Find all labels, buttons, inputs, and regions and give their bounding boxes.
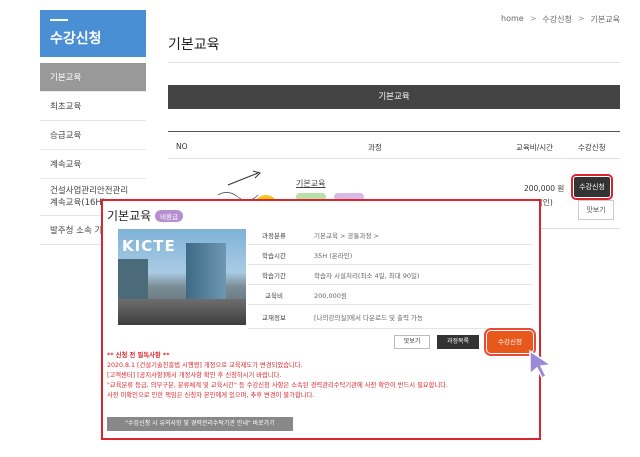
notice-line: [고객센터] [공지사항]에서 개정사항 확인 후 신청하시기 바랍니다. [107,372,282,379]
guide-link-button[interactable]: "수강신청 시 유의사항 및 경력관리수탁기관 안내" 바로가기 [107,417,293,431]
building-shape [186,243,226,301]
course-detail-popup: 기본교육 비환급 KICTE 과정분류 기본교육 > 공통과정 > 학습시간 3… [101,199,554,440]
info-row: 교재정보 [나의강의실]에서 다운로드 및 출력 가능 [248,305,532,329]
building-shape [118,259,148,304]
category-bar: 기본교육 [168,85,620,109]
breadcrumb: home > 수강신청 > 기본교육 [501,14,620,25]
preview-button[interactable]: 맛보기 [578,200,614,220]
info-key: 교재정보 [262,313,286,322]
info-row: 과정분류 기본교육 > 공통과정 > [248,225,532,245]
table-header: NO 과정 교육비/시간 수강신청 [168,131,620,159]
kicte-logo: KICTE [122,237,176,255]
popup-header: 기본교육 비환급 [107,207,184,224]
sidebar-item-initial[interactable]: 최초교육 [40,92,146,121]
chevron-right-icon: > [577,14,585,23]
info-value: 학습자 시설처리(최소 4일, 최대 90일) [314,271,420,280]
breadcrumb-home[interactable]: home [501,14,524,25]
pointer-cursor-icon [529,349,554,379]
info-row: 교육비 200,000원 [248,285,532,305]
info-key: 학습시간 [262,251,286,260]
popup-preview-button[interactable]: 맛보기 [394,335,430,349]
notice-line: 사전 미확인으로 인한 책임은 신청자 본인에게 있으며, 추후 변경이 불가합… [107,392,315,399]
course-time: (인) [540,198,553,207]
notice-block: ** 신청 전 필독사항 ** 2020.8.1 [건설기술진흥법 시행령] 개… [107,351,527,401]
col-fee: 교육비/시간 [516,143,554,152]
info-key: 과정분류 [262,231,286,240]
info-row: 학습시간 35H (온라인) [248,245,532,265]
notice-line: "교육분류 등급, 의무구분, 분류체계 및 교육시간" 등 수강신청 사항은 … [107,382,449,389]
page-title: 기본교육 [168,37,220,53]
course-link[interactable]: 기본교육 [296,178,325,189]
course-fee: 200,000 원 [524,184,565,193]
info-key: 학습기간 [262,271,286,280]
info-value: 200,000원 [314,291,347,300]
info-value: 기본교육 > 공통과정 > [314,231,379,240]
course-list-button[interactable]: 과정목록 [437,335,479,349]
non-refund-badge: 비환급 [155,209,184,222]
notice-line: 2020.8.1 [건설기술진흥법 시행령] 개정으로 교육제도가 변경되었습니… [107,362,303,369]
enroll-button[interactable]: 수강신청 [571,174,613,200]
info-key: 교육비 [265,291,283,300]
info-value: [나의강의실]에서 다운로드 및 출력 가능 [314,313,424,322]
sidebar-item-continuing[interactable]: 계속교육 [40,150,146,179]
col-apply: 수강신청 [578,143,606,152]
col-course: 과정 [368,143,382,152]
col-no: NO [176,142,188,151]
sidebar-header: 수강신청 [40,10,146,57]
notice-title: ** 신청 전 필독사항 ** [107,352,170,359]
divider [168,62,620,63]
breadcrumb-current: 기본교육 [590,15,620,24]
breadcrumb-enroll[interactable]: 수강신청 [542,14,571,25]
sidebar-item-basic[interactable]: 기본교육 [40,63,146,92]
road-shape [118,299,246,325]
chevron-right-icon: > [529,14,537,23]
sidebar-title: 수강신청 [50,31,102,47]
info-value: 35H (온라인) [314,251,353,260]
course-thumbnail: KICTE [118,229,246,325]
course-info-table: 과정분류 기본교육 > 공통과정 > 학습시간 35H (온라인) 학습기간 학… [248,225,532,329]
popup-title: 기본교육 [107,209,152,223]
info-row: 학습기간 학습자 시설처리(최소 4일, 최대 90일) [248,265,532,285]
header-dash [50,19,68,21]
sidebar-item-promotion[interactable]: 승급교육 [40,121,146,150]
